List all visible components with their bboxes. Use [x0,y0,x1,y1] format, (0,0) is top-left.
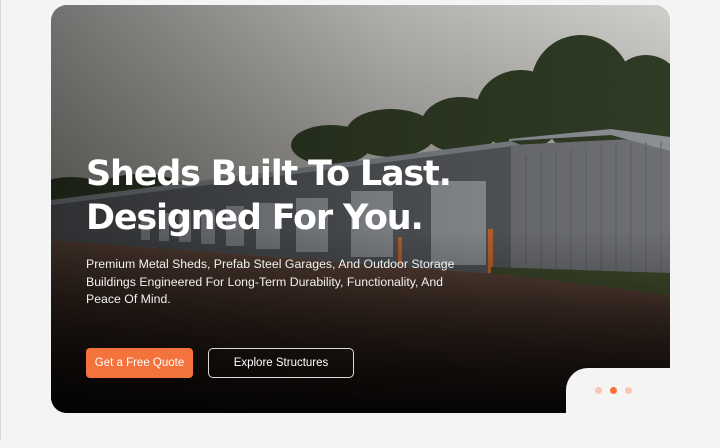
explore-structures-button[interactable]: Explore Structures [208,348,354,378]
get-free-quote-button[interactable]: Get a Free Quote [86,348,193,378]
page-edge-line [0,0,1,440]
carousel-pagination [595,387,632,394]
hero-headline-line2: Designed For You. [86,198,424,238]
hero-corner-notch [566,368,720,448]
hero-banner: Sheds Built To Last. Designed For You. P… [51,5,670,413]
hero-content: Sheds Built To Last. Designed For You. P… [86,152,556,309]
hero-headline-line1: Sheds Built To Last. [86,154,452,194]
hero-headline: Sheds Built To Last. Designed For You. [86,152,556,240]
carousel-dot-3[interactable] [625,387,632,394]
hero-description: Premium Metal Sheds, Prefab Steel Garage… [86,257,455,306]
carousel-dot-2-active[interactable] [610,387,617,394]
carousel-dot-1[interactable] [595,387,602,394]
